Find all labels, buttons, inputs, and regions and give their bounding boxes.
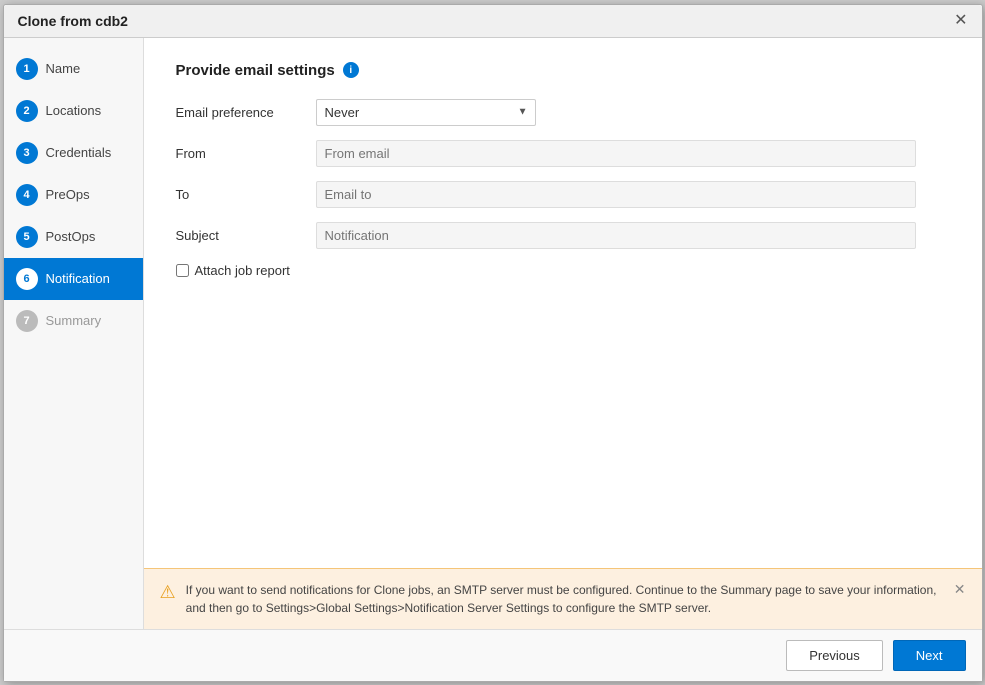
info-icon[interactable]: i xyxy=(343,62,359,78)
warning-close-button[interactable]: ✕ xyxy=(954,581,966,598)
sidebar-item-summary[interactable]: 7 Summary xyxy=(4,300,143,342)
email-preference-label: Email preference xyxy=(176,105,316,120)
previous-button[interactable]: Previous xyxy=(786,640,883,671)
subject-label: Subject xyxy=(176,228,316,243)
attach-job-report-row: Attach job report xyxy=(176,263,950,278)
dialog-title: Clone from cdb2 xyxy=(18,13,128,29)
step-badge-7: 7 xyxy=(16,310,38,332)
step-badge-2: 2 xyxy=(16,100,38,122)
dialog-body: 1 Name 2 Locations 3 Credentials 4 PreOp… xyxy=(4,38,982,629)
clone-dialog: Clone from cdb2 ✕ 1 Name 2 Locations 3 C… xyxy=(3,4,983,682)
main-content: Provide email settings i Email preferenc… xyxy=(144,38,982,629)
sidebar-label-preops: PreOps xyxy=(46,187,90,202)
sidebar-label-notification: Notification xyxy=(46,271,110,286)
dialog-footer: Previous Next xyxy=(4,629,982,681)
step-badge-1: 1 xyxy=(16,58,38,80)
sidebar-label-locations: Locations xyxy=(46,103,102,118)
email-preference-row: Email preference Never On Failure On Suc… xyxy=(176,99,950,126)
to-label: To xyxy=(176,187,316,202)
close-button[interactable]: ✕ xyxy=(954,13,967,29)
email-preference-control: Never On Failure On Success Always ▼ xyxy=(316,99,916,126)
section-title-text: Provide email settings xyxy=(176,62,335,79)
step-badge-3: 3 xyxy=(16,142,38,164)
email-preference-select-wrapper: Never On Failure On Success Always ▼ xyxy=(316,99,536,126)
dialog-header: Clone from cdb2 ✕ xyxy=(4,5,982,38)
subject-row: Subject xyxy=(176,222,950,249)
sidebar-label-postops: PostOps xyxy=(46,229,96,244)
warning-text: If you want to send notifications for Cl… xyxy=(186,581,944,617)
sidebar: 1 Name 2 Locations 3 Credentials 4 PreOp… xyxy=(4,38,144,629)
step-badge-4: 4 xyxy=(16,184,38,206)
from-input[interactable] xyxy=(316,140,916,167)
sidebar-item-credentials[interactable]: 3 Credentials xyxy=(4,132,143,174)
from-control xyxy=(316,140,916,167)
sidebar-item-locations[interactable]: 2 Locations xyxy=(4,90,143,132)
sidebar-item-preops[interactable]: 4 PreOps xyxy=(4,174,143,216)
from-label: From xyxy=(176,146,316,161)
step-badge-5: 5 xyxy=(16,226,38,248)
section-title: Provide email settings i xyxy=(176,62,950,79)
content-area: Provide email settings i Email preferenc… xyxy=(144,38,982,568)
sidebar-item-postops[interactable]: 5 PostOps xyxy=(4,216,143,258)
from-row: From xyxy=(176,140,950,167)
attach-job-report-label: Attach job report xyxy=(195,263,290,278)
sidebar-label-credentials: Credentials xyxy=(46,145,112,160)
sidebar-label-name: Name xyxy=(46,61,81,76)
sidebar-item-notification[interactable]: 6 Notification xyxy=(4,258,143,300)
sidebar-item-name[interactable]: 1 Name xyxy=(4,48,143,90)
sidebar-label-summary: Summary xyxy=(46,313,102,328)
to-row: To xyxy=(176,181,950,208)
email-preference-select[interactable]: Never On Failure On Success Always xyxy=(316,99,536,126)
to-input[interactable] xyxy=(316,181,916,208)
warning-icon: ⚠ xyxy=(160,582,176,603)
step-badge-6: 6 xyxy=(16,268,38,290)
next-button[interactable]: Next xyxy=(893,640,966,671)
subject-control xyxy=(316,222,916,249)
to-control xyxy=(316,181,916,208)
subject-input[interactable] xyxy=(316,222,916,249)
warning-banner: ⚠ If you want to send notifications for … xyxy=(144,568,982,629)
attach-job-report-checkbox[interactable] xyxy=(176,264,189,277)
